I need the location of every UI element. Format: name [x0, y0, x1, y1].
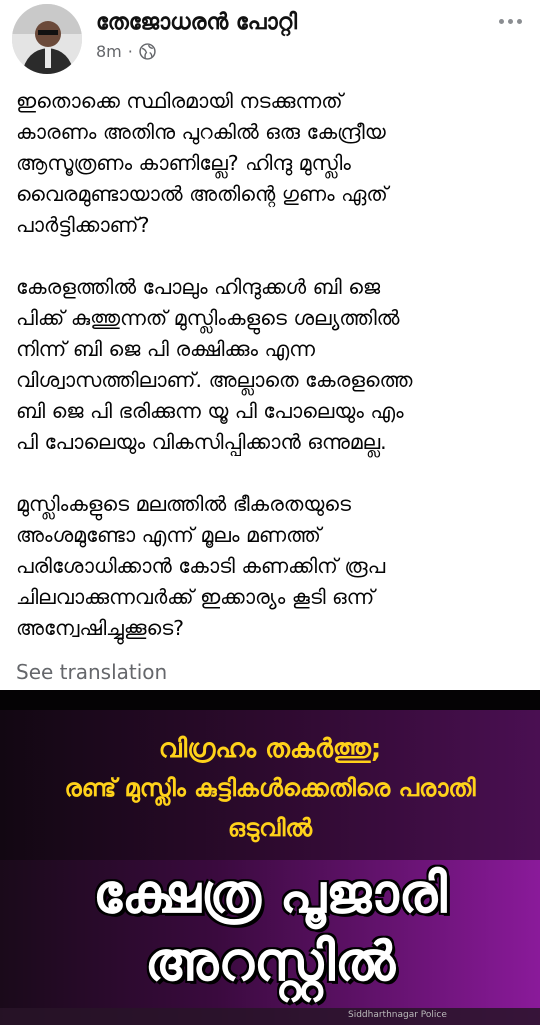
post-header: തേജോധരൻ പോറ്റി 8m · — [0, 0, 540, 78]
post-body: ഇതൊക്കെ സ്ഥിരമായി നടക്കുന്നത് കാരണം അതിന… — [16, 86, 526, 644]
more-options-icon — [507, 18, 513, 24]
image-big-title-2: അറസ്റ്റിൽ — [144, 930, 396, 993]
more-options-button[interactable] — [492, 6, 528, 36]
globe-icon — [139, 43, 156, 60]
author-name[interactable]: തേജോധരൻ പോറ്റി — [96, 10, 297, 35]
post-time[interactable]: 8m — [96, 42, 122, 61]
more-options-icon — [498, 18, 504, 24]
image-headline-line1: വിഗ്രഹം തകർത്തു; — [158, 734, 382, 764]
post-paragraph: ഇതൊക്കെ സ്ഥിരമായി നടക്കുന്നത് കാരണം അതിന… — [16, 89, 388, 237]
post-paragraph: മുസ്ലിംകളുടെ മലത്തിൽ ഭീകരതയുടെ അംശമുണ്ടോ… — [16, 492, 386, 640]
meta-separator: · — [127, 42, 133, 61]
image-footer-strip — [0, 1008, 540, 1025]
avatar[interactable] — [12, 4, 82, 74]
more-options-icon — [516, 18, 522, 24]
see-translation-link[interactable]: See translation — [16, 660, 167, 684]
image-top-bar — [0, 690, 540, 710]
image-headline-line3: ഒടുവിൽ — [227, 814, 313, 842]
post-paragraph: കേരളത്തിൽ പോലും ഹിന്ദുക്കൾ ബി ജെ പിക്ക് … — [16, 275, 413, 454]
avatar-photo — [12, 4, 82, 74]
post-image[interactable]: വിഗ്രഹം തകർത്തു; രണ്ട് മുസ്ലിം കുട്ടികൾക… — [0, 690, 540, 1025]
post-meta: 8m · — [96, 42, 156, 61]
image-footer-text: Siddharthnagar Police — [348, 1010, 447, 1020]
image-big-title-1: ക്ഷേത്ര പൂജാരി — [93, 862, 447, 925]
image-headline-line2: രണ്ട് മുസ്ലിം കുട്ടികൾക്കെതിരെ പരാതി — [64, 774, 476, 802]
